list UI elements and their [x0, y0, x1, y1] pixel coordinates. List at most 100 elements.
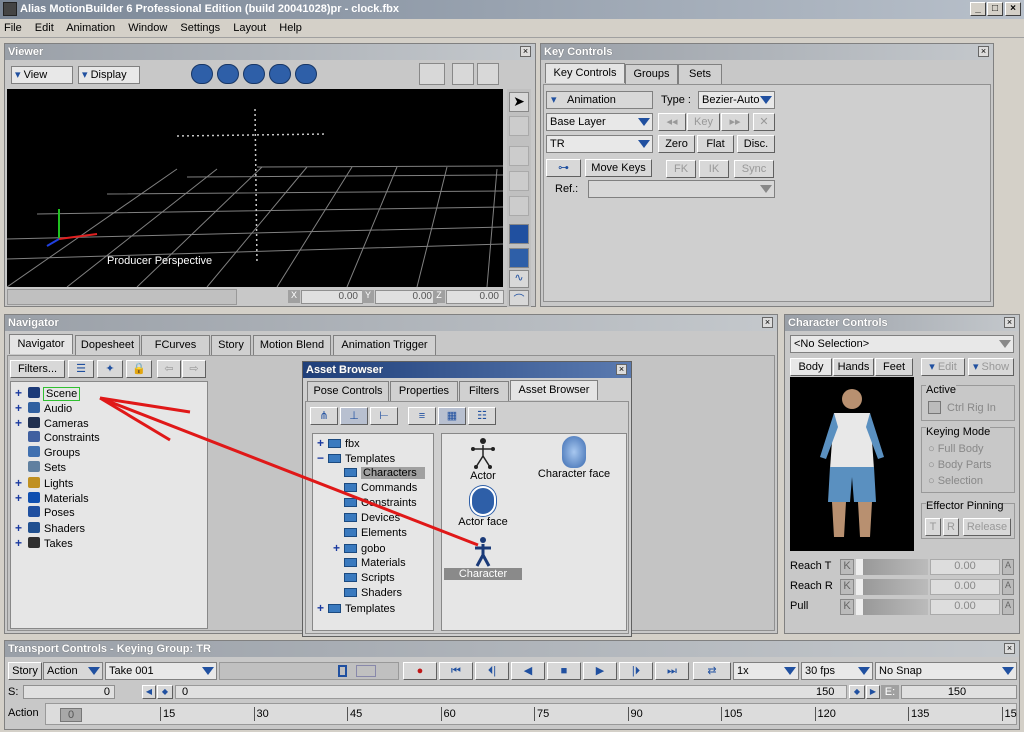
slider-all-button[interactable]: A — [1002, 599, 1014, 615]
goto-start-button[interactable]: ⏮ — [439, 662, 473, 680]
layer-dropdown[interactable]: Base Layer — [546, 113, 653, 131]
ref-dropdown[interactable] — [588, 180, 775, 198]
menu-file[interactable]: File — [4, 22, 22, 34]
x-coord-field[interactable]: 0.00 — [301, 290, 363, 304]
slider-key-button[interactable]: K — [840, 559, 854, 575]
slider-track[interactable] — [856, 559, 928, 575]
time-cursor[interactable]: 0 — [60, 708, 82, 722]
fk-button[interactable]: FK — [666, 160, 696, 178]
tab-story[interactable]: Story — [211, 335, 251, 355]
radio-selection[interactable]: ○ Selection — [928, 475, 983, 487]
dolly-icon[interactable] — [243, 64, 265, 84]
tree-item-poses[interactable]: Poses — [15, 506, 75, 521]
folder-devices[interactable]: Devices — [333, 511, 400, 526]
tab-key-controls[interactable]: Key Controls — [545, 63, 625, 83]
character-controls-close-icon[interactable]: × — [1004, 317, 1015, 328]
folder-constraints[interactable]: Constraints — [333, 496, 417, 511]
slider-value[interactable]: 0.00 — [930, 599, 1000, 615]
tab-hands[interactable]: Hands — [833, 358, 874, 376]
tab-filters[interactable]: Filters — [459, 381, 509, 401]
y-coord-field[interactable]: 0.00 — [375, 290, 437, 304]
radio-full-body[interactable]: ○ Full Body — [928, 443, 984, 455]
menu-settings[interactable]: Settings — [180, 22, 220, 34]
character-selection-dropdown[interactable]: <No Selection> — [790, 335, 1014, 353]
menu-window[interactable]: Window — [128, 22, 167, 34]
tab-fcurves[interactable]: FCurves — [141, 335, 210, 355]
menu-animation[interactable]: Animation — [66, 22, 115, 34]
expand-icon[interactable]: + — [15, 401, 24, 416]
pan-icon[interactable] — [217, 64, 239, 84]
character-preview[interactable] — [790, 377, 914, 551]
tab-animation-trigger[interactable]: Animation Trigger — [333, 335, 436, 355]
range-start-marker-icon[interactable]: ◆ — [157, 685, 173, 699]
edit-button[interactable]: ▾ Edit — [921, 358, 965, 376]
tab-motion-blend[interactable]: Motion Blend — [253, 335, 331, 355]
slider-track[interactable] — [856, 599, 928, 615]
slider-all-button[interactable]: A — [1002, 559, 1014, 575]
fps-dropdown[interactable]: 30 fps — [801, 662, 873, 680]
anchor-icon[interactable] — [191, 64, 213, 84]
expand-icon[interactable]: + — [317, 601, 326, 616]
slider-reach-t[interactable]: Reach T K 0.00 A — [790, 558, 1014, 576]
expand-icon[interactable]: + — [15, 416, 24, 431]
asset-actor-face[interactable]: Actor face — [446, 486, 520, 536]
tab-pose-controls[interactable]: Pose Controls — [307, 381, 389, 401]
delete-key-icon[interactable]: ✕ — [753, 113, 775, 131]
settings-2d-icon[interactable] — [477, 63, 499, 85]
curve-icon[interactable] — [419, 63, 445, 85]
show-button[interactable]: ▾ Show — [968, 358, 1014, 376]
slider-track[interactable] — [856, 579, 928, 595]
tree-item-lights[interactable]: + Lights — [15, 476, 73, 491]
3d-viewport[interactable]: Producer Perspective — [7, 89, 503, 287]
goto-end-button[interactable]: ⏭ — [655, 662, 689, 680]
next-key-button[interactable]: ▸▸ — [721, 113, 749, 131]
range-end-marker-icon[interactable]: ◆ — [849, 685, 865, 699]
flat-button[interactable]: Flat — [697, 135, 734, 153]
effector-t-button[interactable]: T — [925, 518, 941, 536]
close-button[interactable]: × — [1005, 2, 1021, 16]
menu-layout[interactable]: Layout — [233, 22, 266, 34]
minimize-button[interactable]: _ — [970, 2, 986, 16]
range-start-left-icon[interactable]: ◀ — [142, 685, 156, 699]
disc-button[interactable]: Disc. — [737, 135, 775, 153]
tree-item-shaders[interactable]: + Shaders — [15, 521, 85, 536]
tree-item-scene[interactable]: + Scene — [15, 386, 81, 401]
folder-templates[interactable]: − Templates — [317, 451, 395, 466]
action-dropdown[interactable]: Action — [43, 662, 103, 680]
radio-body-parts[interactable]: ○ Body Parts — [928, 459, 992, 471]
release-button[interactable]: Release — [963, 518, 1011, 536]
tree-item-constraints[interactable]: Constraints — [15, 431, 100, 446]
slider-pull[interactable]: Pull K 0.00 A — [790, 598, 1014, 616]
tree-item-cameras[interactable]: + Cameras — [15, 416, 89, 431]
select-arrow-icon[interactable]: ➤ — [509, 92, 529, 112]
expand-icon[interactable]: + — [15, 491, 24, 506]
sync-button[interactable]: Sync — [734, 160, 774, 178]
single-view-icon[interactable] — [338, 665, 347, 677]
filters-button[interactable]: Filters... — [10, 360, 65, 378]
folder-commands[interactable]: Commands — [333, 481, 417, 496]
time-ruler[interactable]: 0 15 30 45 60 75 90 105 120 135 15 — [45, 703, 1017, 725]
play-reverse-button[interactable]: ◀ — [511, 662, 545, 680]
tab-sets[interactable]: Sets — [678, 64, 722, 84]
folder-scripts[interactable]: Scripts — [333, 571, 395, 586]
transport-close-icon[interactable]: × — [1004, 643, 1015, 654]
slider-reach-r[interactable]: Reach R K 0.00 A — [790, 578, 1014, 596]
zoom-2d-icon[interactable] — [452, 63, 474, 85]
folder-materials[interactable]: Materials — [333, 556, 406, 571]
folder-gobo[interactable]: + gobo — [333, 541, 385, 556]
tab-properties[interactable]: Properties — [390, 381, 458, 401]
tree-layout-icon[interactable]: ⋔ — [310, 407, 338, 425]
ctrl-rig-checkbox[interactable] — [928, 401, 941, 414]
cube-select-icon[interactable] — [509, 224, 529, 244]
folder-characters[interactable]: Characters — [333, 466, 425, 481]
tree-item-sets[interactable]: Sets — [15, 461, 66, 476]
expand-icon[interactable]: + — [317, 436, 326, 451]
wave-icon[interactable]: ∿ — [509, 270, 529, 288]
speed-dropdown[interactable]: 1x — [733, 662, 799, 680]
folder-shaders[interactable]: Shaders — [333, 586, 402, 601]
folder-elements[interactable]: Elements — [333, 526, 407, 541]
move-keys-button[interactable]: Move Keys — [585, 159, 652, 177]
scale-icon[interactable] — [509, 196, 529, 216]
zero-button[interactable]: Zero — [658, 135, 695, 153]
expand-icon[interactable]: + — [15, 521, 24, 536]
